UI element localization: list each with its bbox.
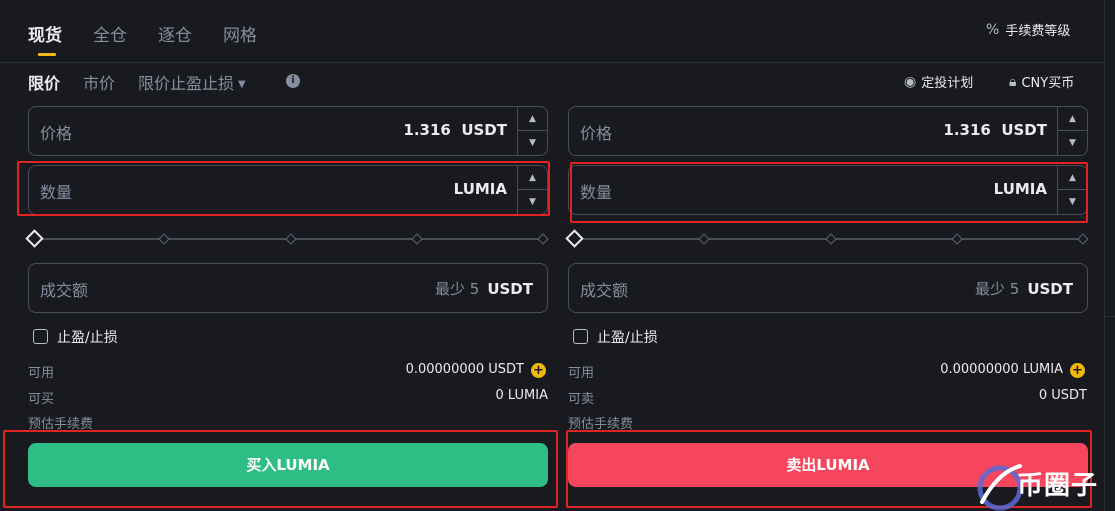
sell-total-unit: USDT — [1027, 280, 1073, 298]
tab-cross-margin[interactable]: 全仓 — [93, 21, 127, 46]
sell-tpsl-label: 止盈/止损 — [597, 330, 658, 346]
slider-mark-50[interactable] — [285, 233, 297, 245]
buy-price-stepper[interactable]: ▲ ▼ — [517, 107, 547, 155]
buy-price-number: 1.316 — [403, 121, 451, 139]
triangle-up-icon[interactable]: ▲ — [1058, 107, 1087, 131]
tab-isolated-margin[interactable]: 逐仓 — [158, 21, 192, 46]
buy-tpsl-checkbox[interactable] — [33, 329, 48, 344]
sell-total-label: 成交额 — [580, 281, 629, 300]
dca-plan-label: 定投计划 — [921, 76, 974, 91]
triangle-down-icon[interactable]: ▼ — [1058, 131, 1087, 155]
sell-total-value: 最少 5 USDT — [975, 278, 1073, 299]
buy-total-value: 最少 5 USDT — [435, 278, 533, 299]
slider-handle[interactable] — [25, 229, 44, 248]
order-type-limit[interactable]: 限价 — [28, 70, 60, 94]
sell-amount-slider[interactable] — [565, 229, 1089, 248]
buy-total-min: 最少 5 — [435, 280, 480, 298]
panel-right-border — [1104, 0, 1105, 511]
add-funds-icon[interactable]: + — [531, 363, 546, 378]
watermark-text: 币圈子 — [1017, 471, 1099, 501]
tab-grid[interactable]: 网格 — [223, 21, 257, 46]
caret-down-icon: ▼ — [238, 79, 246, 90]
slider-mark-50[interactable] — [825, 233, 837, 245]
buy-available-value: 0.00000000 USDT — [405, 362, 524, 377]
slider-mark-75[interactable] — [411, 233, 423, 245]
cny-buy-link[interactable]: 🔒︎ CNY买币 — [1009, 72, 1075, 92]
eye-icon: ◉ — [904, 73, 917, 90]
slider-mark-25[interactable] — [698, 233, 710, 245]
sell-max-label: 可卖 — [568, 392, 595, 407]
sell-available-label: 可用 — [568, 366, 595, 381]
sell-max-value: 0 USDT — [1038, 388, 1087, 403]
sell-price-unit: USDT — [1001, 121, 1047, 139]
dca-plan-link[interactable]: ◉ 定投计划 — [904, 72, 974, 92]
sell-tpsl-checkbox[interactable] — [573, 329, 588, 344]
info-icon[interactable]: i — [286, 74, 300, 88]
fee-level-link[interactable]: % 手续费等级 — [986, 20, 1071, 40]
sell-available-value: 0.00000000 LUMIA — [940, 362, 1063, 377]
percent-icon: % — [986, 21, 1000, 38]
buy-total-field[interactable]: 成交额 最少 5 USDT — [28, 263, 548, 313]
order-type-market[interactable]: 市价 — [83, 70, 115, 94]
cny-buy-label: CNY买币 — [1021, 76, 1075, 91]
slider-mark-100[interactable] — [1077, 233, 1089, 245]
sell-price-label: 价格 — [580, 124, 613, 143]
slider-mark-75[interactable] — [951, 233, 963, 245]
sell-price-number: 1.316 — [943, 121, 991, 139]
buy-total-label: 成交额 — [40, 281, 89, 300]
add-funds-icon[interactable]: + — [1070, 363, 1085, 378]
sell-total-field[interactable]: 成交额 最少 5 USDT — [568, 263, 1088, 313]
order-type-stop-limit-label: 限价止盈止损 — [138, 74, 235, 93]
lock-icon: 🔒︎ — [1009, 73, 1017, 90]
panel-right-tick — [1104, 316, 1115, 317]
sell-price-value[interactable]: 1.316 USDT — [943, 121, 1047, 139]
triangle-down-icon[interactable]: ▼ — [518, 131, 547, 155]
active-tab-indicator — [38, 53, 56, 56]
highlight-box-buy-amount — [17, 161, 550, 216]
fee-level-label: 手续费等级 — [1005, 24, 1071, 39]
buy-amount-slider[interactable] — [25, 229, 549, 248]
slider-mark-25[interactable] — [158, 233, 170, 245]
buy-available-label: 可用 — [28, 366, 55, 381]
highlight-box-buy-button — [3, 430, 558, 508]
buy-price-field[interactable]: 价格 1.316 USDT ▲ ▼ — [28, 106, 548, 156]
buy-max-value: 0 LUMIA — [495, 388, 548, 403]
triangle-up-icon[interactable]: ▲ — [518, 107, 547, 131]
highlight-box-sell-amount — [570, 162, 1088, 223]
buy-price-value[interactable]: 1.316 USDT — [403, 121, 507, 139]
buy-total-unit: USDT — [487, 280, 533, 298]
tab-spot[interactable]: 现货 — [28, 21, 62, 46]
buy-price-unit: USDT — [461, 121, 507, 139]
sell-total-min: 最少 5 — [975, 280, 1020, 298]
slider-handle[interactable] — [565, 229, 584, 248]
sell-price-field[interactable]: 价格 1.316 USDT ▲ ▼ — [568, 106, 1088, 156]
buy-price-label: 价格 — [40, 124, 73, 143]
buy-max-label: 可买 — [28, 392, 55, 407]
tabs-divider — [0, 62, 1105, 63]
buy-tpsl-label: 止盈/止损 — [57, 330, 118, 346]
slider-mark-100[interactable] — [537, 233, 549, 245]
sell-price-stepper[interactable]: ▲ ▼ — [1057, 107, 1087, 155]
order-type-stop-limit[interactable]: 限价止盈止损 ▼ — [138, 70, 246, 94]
